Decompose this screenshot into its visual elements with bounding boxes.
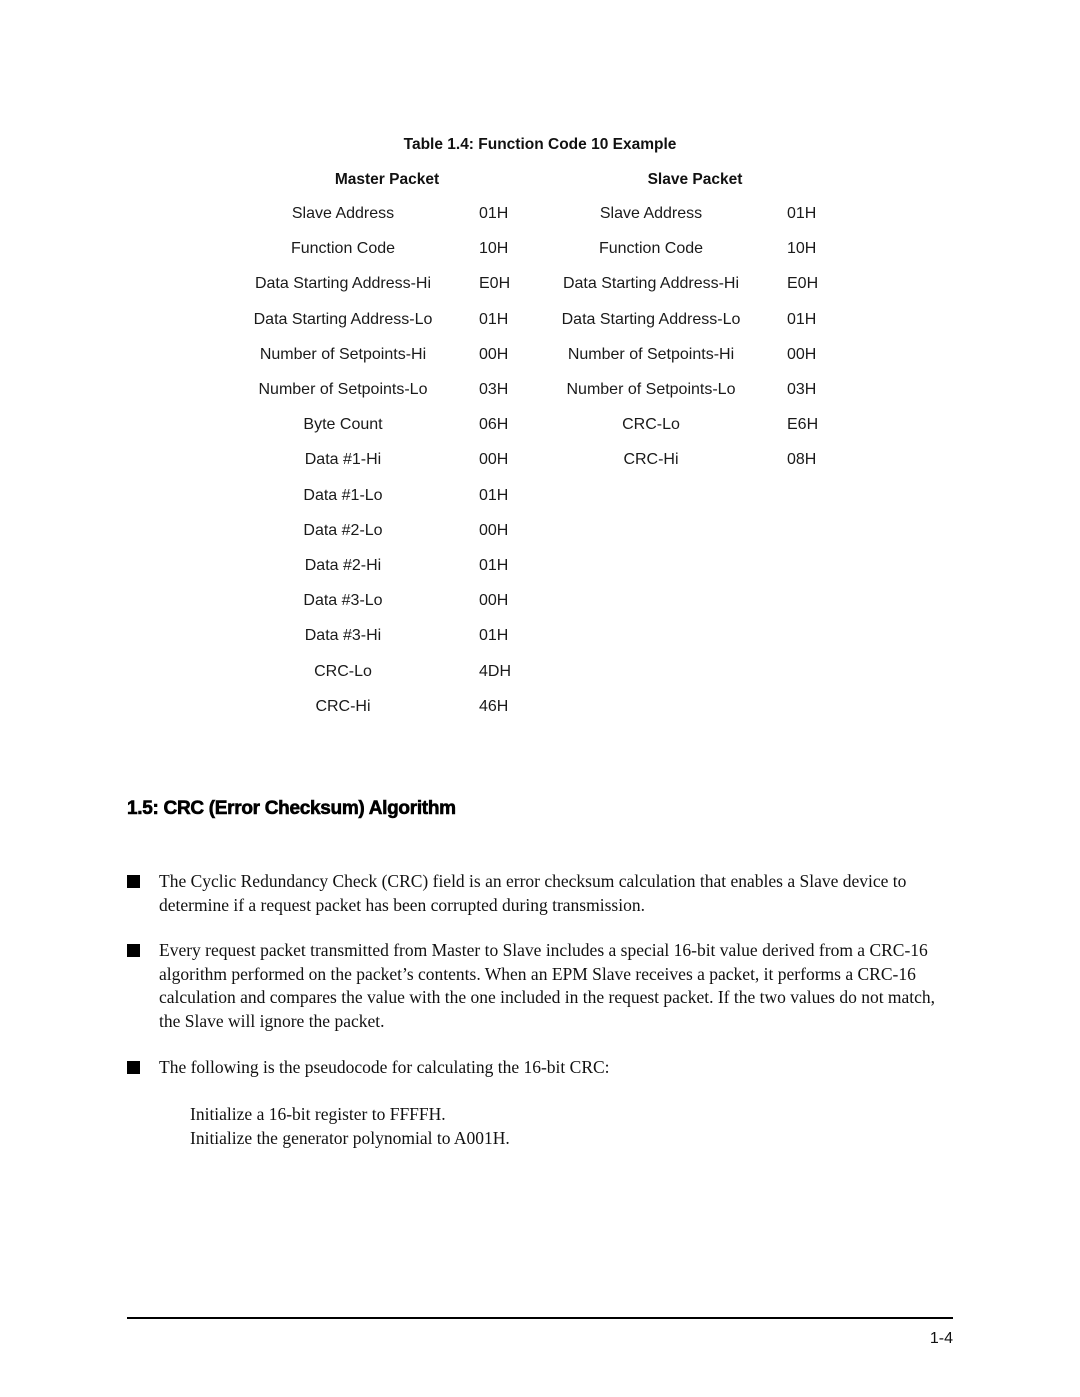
field-label: Number of Setpoints-Lo (566, 381, 736, 398)
field-value: 01H (787, 205, 817, 222)
field-label: Function Code (290, 240, 396, 258)
field-label: Data Starting Address-Lo (561, 310, 741, 328)
slave-packet-header: Slave Packet (647, 171, 743, 188)
field-value: 01H (479, 205, 509, 222)
field-label: Slave Address (291, 205, 395, 222)
field-label: Data Starting Address-Hi (562, 275, 740, 293)
bullet-text: The following is the pseudocode for calc… (159, 1057, 610, 1077)
field-value: 4DH (479, 662, 512, 680)
document-page: Table 1.4: Function Code 10 Example Mast… (0, 0, 1080, 1397)
field-label: Data Starting Address-Lo (253, 310, 433, 328)
field-label: Data #1-Hi (304, 451, 382, 469)
field-label: Byte Count (303, 416, 383, 434)
bullet-text: The Cyclic Redundancy Check (CRC) field … (159, 871, 907, 915)
field-label: CRC-Lo (314, 662, 372, 680)
footer-divider (127, 1317, 953, 1319)
field-value: 03H (787, 381, 817, 398)
table-caption: Table 1.4: Function Code 10 Example (403, 136, 677, 153)
pseudocode-block: Initialize a 16-bit register to FFFFH. I… (190, 1103, 510, 1150)
field-value: 01H (479, 310, 509, 328)
field-value: 10H (479, 240, 509, 258)
field-value: 00H (787, 345, 817, 363)
field-label: Number of Setpoints-Hi (259, 345, 427, 363)
bullet-text: Every request packet transmitted from Ma… (159, 940, 936, 1031)
field-value: 01H (787, 310, 817, 328)
field-value: 46H (479, 697, 509, 715)
pseudocode-line: Initialize a 16-bit register to FFFFH. (190, 1104, 446, 1124)
bullet-square-icon (127, 1061, 140, 1074)
field-value: 00H (479, 592, 509, 610)
field-label: Data #1-Lo (303, 486, 383, 504)
field-value: E6H (787, 416, 819, 434)
field-value: 08H (787, 451, 817, 469)
field-label: Function Code (598, 240, 704, 258)
field-value: E0H (787, 275, 819, 293)
field-label: Data #2-Lo (303, 521, 383, 539)
bullet-square-icon (127, 944, 140, 957)
page-number: 1-4 (929, 1330, 953, 1347)
master-packet-header: Master Packet (334, 171, 440, 188)
field-value: 06H (479, 416, 509, 434)
field-value: 00H (479, 345, 509, 363)
field-value: E0H (479, 275, 511, 293)
field-value: 01H (479, 557, 509, 574)
field-label: Number of Setpoints-Lo (258, 381, 428, 398)
field-label: Slave Address (599, 205, 703, 222)
field-label: Data #3-Hi (304, 627, 382, 645)
field-label: Data #3-Lo (303, 592, 383, 610)
field-value: 03H (479, 381, 509, 398)
field-value: 00H (479, 521, 509, 539)
field-value: 00H (479, 451, 509, 469)
field-label: Data #2-Hi (304, 557, 382, 574)
field-label: CRC-Hi (315, 697, 371, 715)
section-heading: 1.5: CRC (Error Checksum) Algorithm (127, 798, 457, 820)
field-value: 10H (787, 240, 817, 258)
field-label: Data Starting Address-Hi (254, 275, 432, 293)
field-label: CRC-Hi (623, 451, 679, 469)
field-value: 01H (479, 486, 509, 504)
pseudocode-line: Initialize the generator polynomial to A… (190, 1127, 510, 1148)
field-value: 01H (479, 627, 509, 645)
field-label: Number of Setpoints-Hi (567, 345, 735, 363)
field-label: CRC-Lo (622, 416, 680, 434)
bullet-square-icon (127, 875, 140, 888)
